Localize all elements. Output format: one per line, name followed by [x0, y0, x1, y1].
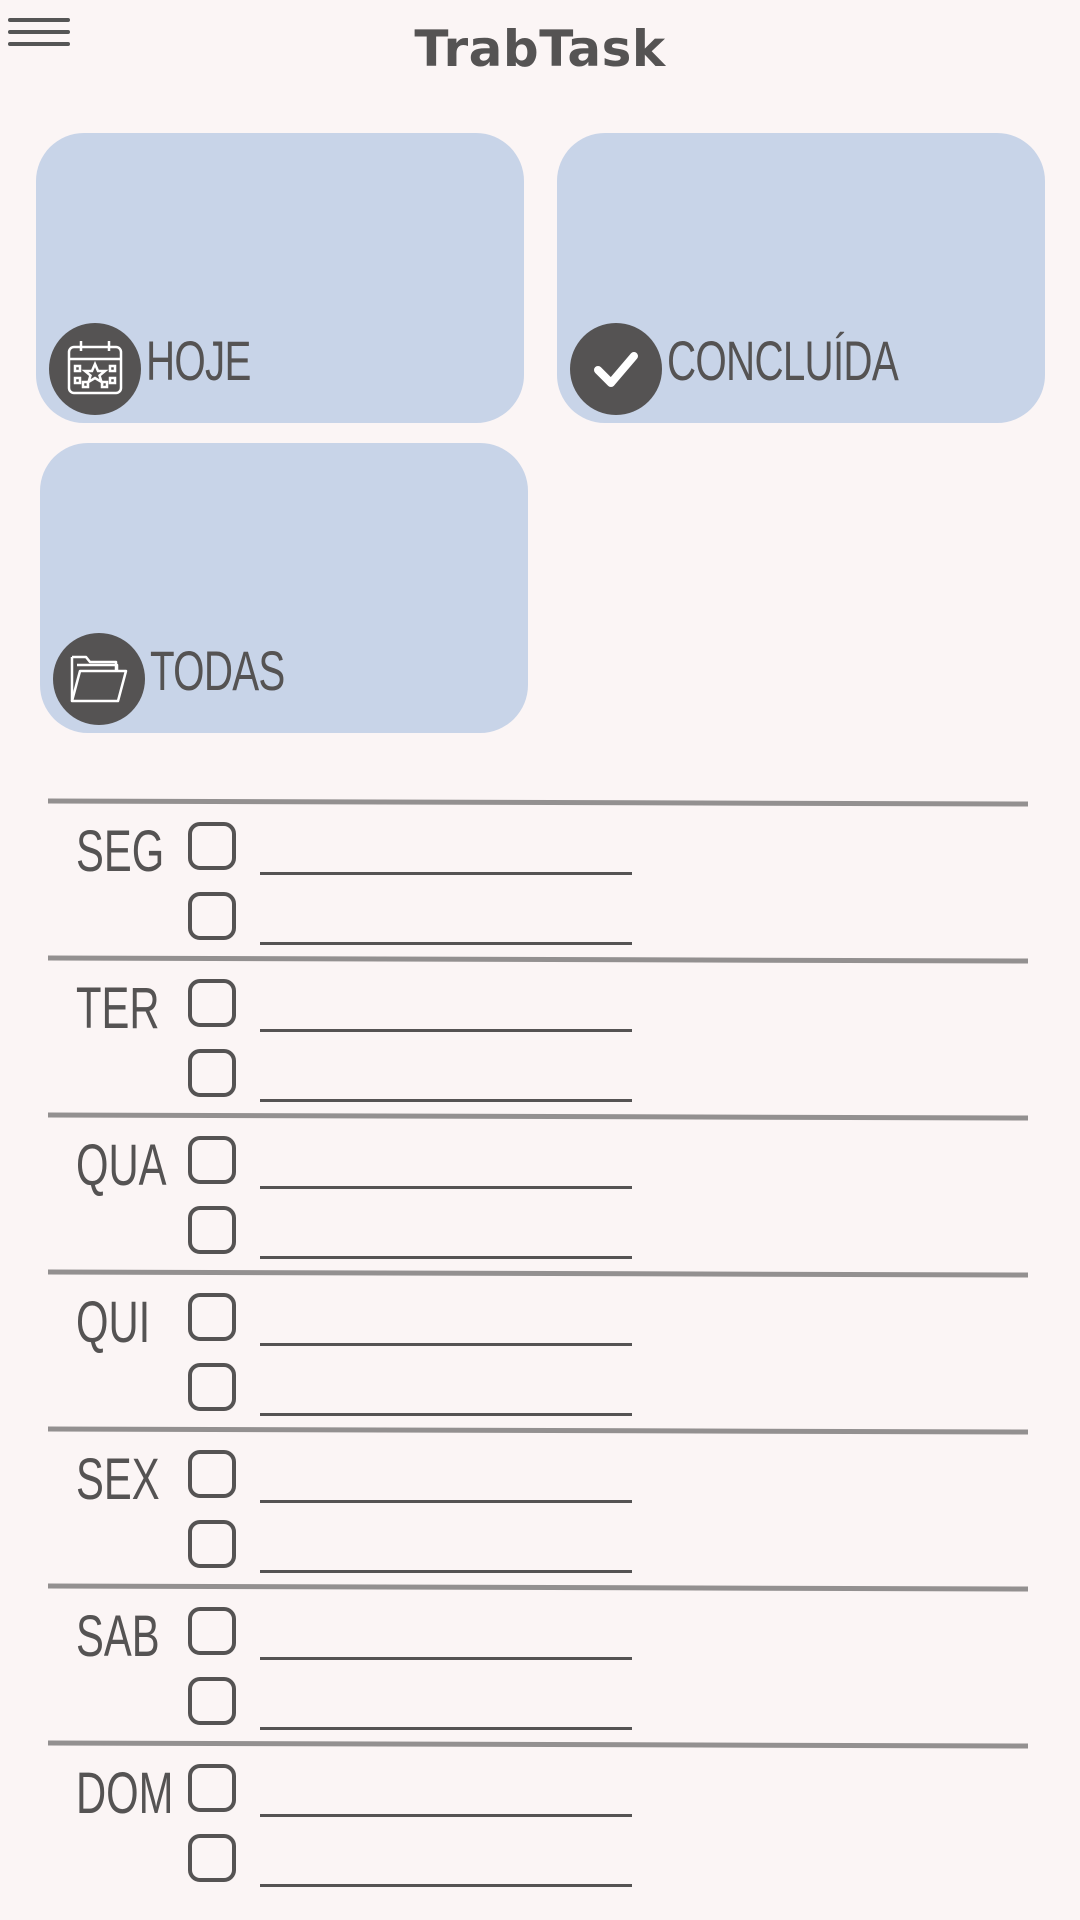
task-checkbox[interactable]: [188, 979, 236, 1027]
checkmark-icon: [570, 323, 662, 415]
task-checkbox[interactable]: [188, 822, 236, 870]
folder-icon: [53, 633, 145, 725]
card-today[interactable]: HOJE: [36, 133, 524, 423]
card-all[interactable]: TODAS: [40, 443, 528, 733]
task-input[interactable]: [260, 1343, 632, 1346]
card-completed-label: CONCLUÍDA: [667, 329, 899, 392]
task-checkbox[interactable]: [188, 1834, 236, 1882]
divider: [47, 1112, 1029, 1121]
task-checkbox[interactable]: [188, 1206, 236, 1254]
task-row: [188, 1605, 688, 1665]
day-label: DOM: [76, 1761, 174, 1826]
day-label: QUI: [76, 1290, 151, 1355]
divider: [47, 1583, 1029, 1592]
task-row: [188, 820, 688, 880]
task-checkbox[interactable]: [188, 1293, 236, 1341]
task-row: [188, 1518, 688, 1578]
task-input[interactable]: [260, 1029, 632, 1032]
task-input[interactable]: [260, 1727, 632, 1730]
task-input[interactable]: [260, 1814, 632, 1817]
task-checkbox[interactable]: [188, 1450, 236, 1498]
day-saturday: SAB: [47, 1583, 1029, 1742]
card-completed[interactable]: CONCLUÍDA: [557, 133, 1045, 423]
task-checkbox[interactable]: [188, 1520, 236, 1568]
weekly-planner: SEG TER QUA QUI SEX SAB DOM: [47, 798, 1029, 1899]
day-label: SEX: [76, 1447, 160, 1512]
task-input[interactable]: [260, 1256, 632, 1259]
task-checkbox[interactable]: [188, 1677, 236, 1725]
task-input[interactable]: [260, 1413, 632, 1416]
task-checkbox[interactable]: [188, 1136, 236, 1184]
task-input[interactable]: [260, 1186, 632, 1189]
card-all-label: TODAS: [150, 639, 285, 702]
day-sunday: DOM: [47, 1740, 1029, 1899]
task-row: [188, 1134, 688, 1194]
task-row: [188, 1762, 688, 1822]
divider: [47, 1269, 1029, 1278]
task-row: [188, 1448, 688, 1508]
task-checkbox[interactable]: [188, 1049, 236, 1097]
task-checkbox[interactable]: [188, 1764, 236, 1812]
day-label: QUA: [76, 1133, 167, 1198]
task-row: [188, 1204, 688, 1264]
day-wednesday: QUA: [47, 1112, 1029, 1271]
day-label: SEG: [76, 819, 165, 884]
task-input[interactable]: [260, 1884, 632, 1887]
task-row: [188, 1361, 688, 1421]
task-row: [188, 1832, 688, 1892]
task-input[interactable]: [260, 1570, 632, 1573]
task-row: [188, 1047, 688, 1107]
task-row: [188, 977, 688, 1037]
day-label: TER: [76, 976, 160, 1041]
calendar-icon: [49, 323, 141, 415]
day-thursday: QUI: [47, 1269, 1029, 1428]
task-row: [188, 1675, 688, 1735]
task-input[interactable]: [260, 1099, 632, 1102]
task-row: [188, 890, 688, 950]
day-monday: SEG: [47, 798, 1029, 957]
divider: [47, 955, 1029, 964]
divider: [47, 798, 1029, 807]
divider: [47, 1426, 1029, 1435]
day-friday: SEX: [47, 1426, 1029, 1585]
task-checkbox[interactable]: [188, 1607, 236, 1655]
task-row: [188, 1291, 688, 1351]
task-input[interactable]: [260, 872, 632, 875]
task-input[interactable]: [260, 942, 632, 945]
card-today-label: HOJE: [146, 329, 251, 392]
task-checkbox[interactable]: [188, 892, 236, 940]
task-input[interactable]: [260, 1657, 632, 1660]
day-tuesday: TER: [47, 955, 1029, 1114]
app-title: TrabTask: [414, 20, 666, 78]
task-input[interactable]: [260, 1500, 632, 1503]
day-label: SAB: [76, 1604, 160, 1669]
task-checkbox[interactable]: [188, 1363, 236, 1411]
divider: [47, 1740, 1029, 1749]
